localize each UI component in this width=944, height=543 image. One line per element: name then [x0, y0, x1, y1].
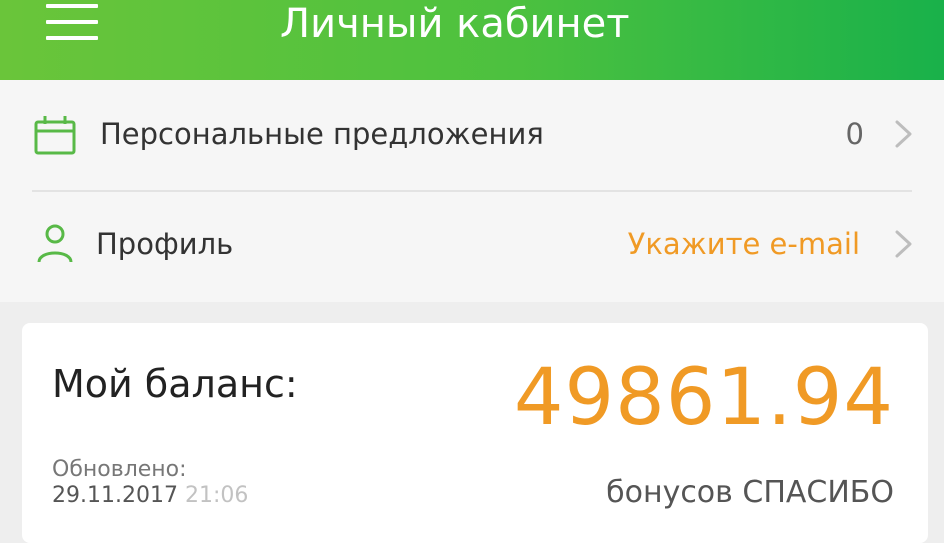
chevron-right-icon — [893, 226, 915, 262]
profile-email-prompt: Укажите e-mail — [627, 227, 860, 261]
user-icon — [36, 224, 74, 268]
page-title: Личный кабинет — [280, 1, 630, 47]
updated-label: Обновлено: — [52, 457, 187, 482]
calendar-icon — [34, 116, 76, 160]
menu-item-personal-offers[interactable]: Персональные предложения 0 — [0, 80, 944, 192]
bonus-unit-label: бонусов СПАСИБО — [606, 475, 894, 510]
updated-timestamp: 29.11.2017 21:06 — [52, 483, 248, 509]
updated-date: 29.11.2017 — [52, 483, 178, 508]
balance-amount: 49861.94 — [513, 353, 894, 443]
app-header: Личный кабинет — [0, 0, 944, 80]
updated-time: 21:06 — [184, 483, 249, 508]
menu-item-label: Профиль — [96, 227, 234, 261]
chevron-right-icon — [893, 116, 915, 152]
account-menu: Персональные предложения 0 Профиль Укажи… — [0, 80, 944, 302]
menu-item-label: Персональные предложения — [100, 117, 544, 151]
menu-item-profile[interactable]: Профиль Укажите e-mail — [0, 192, 944, 302]
balance-card[interactable]: Мой баланс: 49861.94 Обновлено: 29.11.20… — [22, 323, 928, 543]
offers-count: 0 — [845, 117, 864, 151]
balance-label: Мой баланс: — [52, 362, 298, 406]
hamburger-menu-icon[interactable] — [46, 4, 98, 40]
